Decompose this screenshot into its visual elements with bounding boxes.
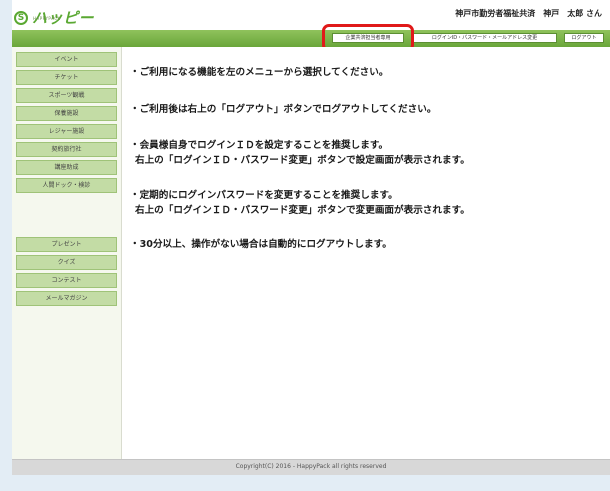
notice-4: ・定期的にログインパスワードを変更することを推奨します。 右上の「ログインＩＤ・… — [130, 190, 470, 216]
notice-2: ・ご利用後は右上の「ログアウト」ボタンでログアウトしてください。 — [130, 104, 437, 115]
menu-item-mailmagazine[interactable]: メールマガジン — [16, 291, 117, 306]
menu-item-event[interactable]: イベント — [16, 52, 117, 67]
menu-item-sports[interactable]: スポーツ観戦 — [16, 88, 117, 103]
menu-item-contest[interactable]: コンテスト — [16, 273, 117, 288]
menu-item-travel[interactable]: 契約旅行社 — [16, 142, 117, 157]
page: S ハッピー HAPPYPACK 神戸市勤労者福祉共済 神戸 太郎 さん 企業共… — [12, 0, 610, 475]
logo-subtext: HAPPYPACK — [33, 16, 61, 21]
notice-3: ・会員様自身でログインＩＤを設定することを推奨します。 右上の「ログインＩＤ・パ… — [130, 140, 470, 166]
logout-button[interactable]: ログアウト — [564, 33, 604, 43]
notice-1: ・ご利用になる機能を左のメニューから選択してください。 — [130, 67, 389, 78]
menu-group-1: イベント チケット スポーツ観戦 保養施設 レジャー施設 契約旅行社 講座助成 … — [12, 52, 121, 196]
main-content: ・ご利用になる機能を左のメニューから選択してください。 ・ご利用後は右上の「ログ… — [122, 47, 610, 459]
change-credentials-button[interactable]: ログインID・パスワード・メールアドレス変更 — [412, 33, 557, 43]
menu-item-resort[interactable]: 保養施設 — [16, 106, 117, 121]
menu-item-checkup[interactable]: 人間ドック・検診 — [16, 178, 117, 193]
menu-item-quiz[interactable]: クイズ — [16, 255, 117, 270]
sidebar: イベント チケット スポーツ観戦 保養施設 レジャー施設 契約旅行社 講座助成 … — [12, 47, 121, 459]
menu-item-course[interactable]: 講座助成 — [16, 160, 117, 175]
notice-5: ・30分以上、操作がない場合は自動的にログアウトします。 — [130, 239, 392, 250]
app-frame: S ハッピー HAPPYPACK 神戸市勤労者福祉共済 神戸 太郎 さん 企業共… — [0, 0, 610, 491]
logo-mark-icon: S — [14, 10, 28, 25]
menu-item-ticket[interactable]: チケット — [16, 70, 117, 85]
menu-group-2: プレゼント クイズ コンテスト メールマガジン — [12, 237, 121, 309]
toolbar: 企業共済担当者専用 ログインID・パスワード・メールアドレス変更 ログアウト — [12, 30, 610, 47]
menu-item-leisure[interactable]: レジャー施設 — [16, 124, 117, 139]
org-user-name: 神戸市勤労者福祉共済 神戸 太郎 さん — [455, 9, 602, 18]
menu-item-present[interactable]: プレゼント — [16, 237, 117, 252]
header: S ハッピー HAPPYPACK 神戸市勤労者福祉共済 神戸 太郎 さん — [12, 0, 610, 30]
footer-copyright: Copyright(C) 2016 - HappyPack all rights… — [12, 459, 610, 475]
